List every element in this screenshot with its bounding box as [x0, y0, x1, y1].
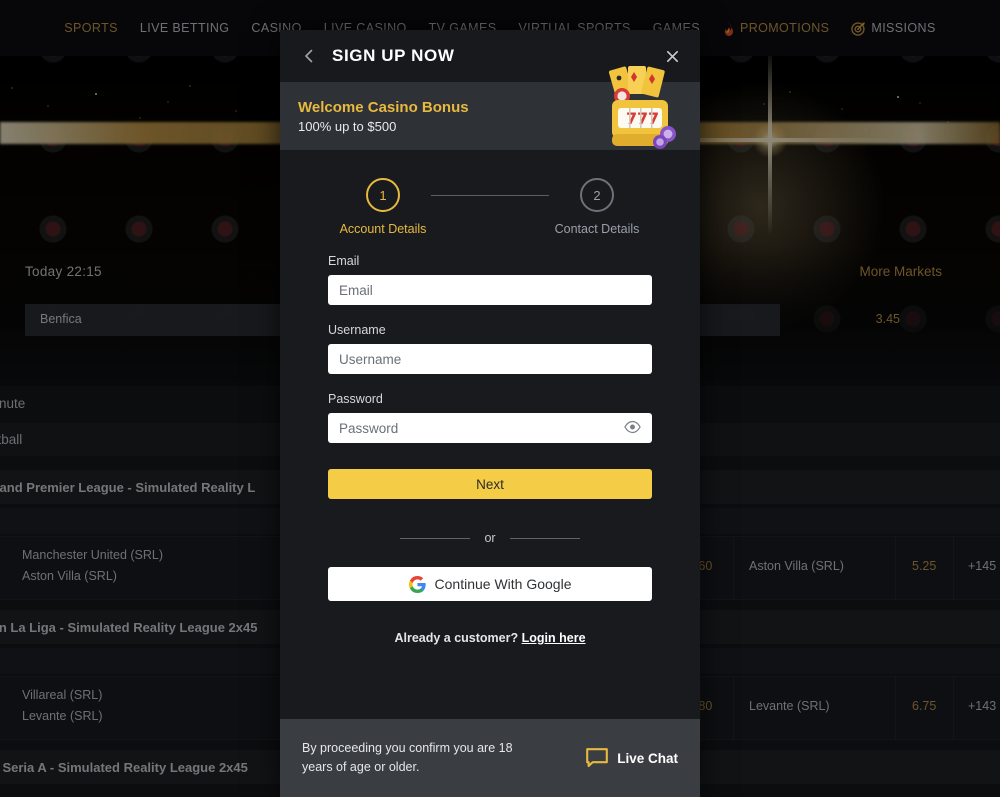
email-label: Email: [328, 254, 360, 268]
stepper-connector-line: [431, 195, 549, 196]
modal-footer: By proceeding you confirm you are 18 yea…: [280, 719, 700, 797]
eye-icon[interactable]: [624, 420, 641, 436]
bonus-subtitle: 100% up to $500: [298, 119, 397, 135]
continue-with-google-button[interactable]: Continue With Google: [328, 567, 652, 601]
password-label: Password: [328, 392, 383, 406]
chat-bubble-icon: [586, 748, 609, 768]
google-g-icon: [408, 575, 426, 593]
divider-or: or: [328, 531, 652, 545]
stepper-step-contact-details[interactable]: 2 Contact Details: [542, 178, 652, 236]
username-field-group: Username: [328, 323, 652, 374]
svg-text:7: 7: [626, 109, 637, 128]
login-prompt: Already a customer? Login here: [328, 631, 652, 645]
app-root: SPORTS LIVE BETTING CASINO LIVE CASINO T…: [0, 0, 1000, 797]
live-chat-button[interactable]: Live Chat: [586, 748, 678, 768]
divider-line-right: [509, 537, 580, 539]
google-button-label: Continue With Google: [434, 576, 572, 592]
svg-text:7: 7: [637, 109, 648, 128]
modal-body: 1 Account Details 2 Contact Details Emai…: [280, 150, 700, 719]
email-field-group: Email: [328, 254, 652, 305]
next-button[interactable]: Next: [328, 469, 652, 499]
signup-stepper: 1 Account Details 2 Contact Details: [328, 178, 652, 236]
login-prompt-text: Already a customer?: [394, 631, 519, 645]
step-number: 2: [580, 178, 614, 212]
step-number: 1: [366, 178, 400, 212]
step-label: Contact Details: [554, 222, 640, 236]
age-disclaimer: By proceeding you confirm you are 18 yea…: [302, 740, 513, 774]
password-field-group: Password: [328, 392, 652, 443]
stepper-step-account-details[interactable]: 1 Account Details: [328, 178, 438, 236]
svg-text:7: 7: [648, 109, 659, 128]
password-input-wrapper: [328, 413, 652, 443]
bonus-title: Welcome Casino Bonus: [298, 98, 469, 116]
password-input[interactable]: [328, 413, 652, 443]
chevron-left-icon[interactable]: [298, 45, 320, 67]
divider-line-left: [400, 537, 471, 539]
username-label: Username: [328, 323, 386, 337]
slot-machine-icon: 7 7 7: [596, 62, 684, 159]
login-here-link[interactable]: Login here: [522, 631, 586, 645]
live-chat-label: Live Chat: [617, 750, 678, 766]
divider-label: or: [484, 531, 496, 545]
signup-modal: SIGN UP NOW Welcome Casino Bonus 100% up…: [280, 30, 700, 797]
page-title: SIGN UP NOW: [332, 46, 455, 65]
email-input[interactable]: [328, 275, 652, 305]
username-input[interactable]: [328, 344, 652, 374]
bonus-banner: Welcome Casino Bonus 100% up to $500 7 7…: [280, 66, 700, 150]
step-label: Account Details: [339, 222, 427, 236]
